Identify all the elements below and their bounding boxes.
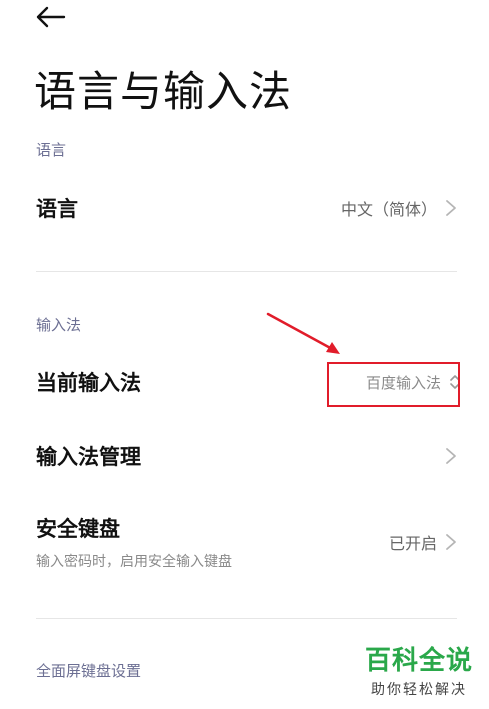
annotation-highlight-box — [327, 362, 460, 407]
annotation-arrow-icon — [266, 312, 340, 354]
section-label-fullscreen-keyboard: 全面屏键盘设置 — [36, 662, 142, 680]
chevron-right-icon — [446, 200, 456, 216]
chevron-right-icon — [446, 448, 456, 464]
section-label-language: 语言 — [36, 141, 67, 159]
secure-keyboard-subtitle: 输入密码时，启用安全输入键盘 — [36, 554, 232, 570]
watermark: 百科全说 助你轻松解决 — [365, 640, 473, 699]
input-method-manage-row[interactable]: 输入法管理 — [36, 428, 457, 484]
secure-keyboard-title: 安全键盘 — [36, 517, 120, 541]
divider — [36, 618, 457, 619]
language-row-right: 中文（简体） — [341, 196, 457, 220]
watermark-subtitle: 助你轻松解决 — [370, 682, 467, 698]
input-method-manage-title: 输入法管理 — [36, 445, 141, 469]
chevron-right-icon — [446, 534, 456, 550]
current-input-method-title: 当前输入法 — [36, 371, 141, 395]
language-row[interactable]: 语言 中文（简体） — [36, 180, 457, 236]
back-button[interactable] — [34, 2, 70, 32]
section-label-input-method: 输入法 — [36, 316, 82, 334]
secure-keyboard-value: 已开启 — [388, 534, 437, 553]
language-value: 中文（简体） — [340, 200, 437, 219]
watermark-title: 百科全说 — [364, 646, 473, 676]
page-title: 语言与输入法 — [34, 67, 293, 116]
secure-keyboard-row[interactable]: 安全键盘 输入密码时，启用安全输入键盘 已开启 — [36, 510, 457, 574]
secure-keyboard-right: 已开启 — [389, 530, 457, 554]
secure-keyboard-text: 安全键盘 输入密码时，启用安全输入键盘 — [36, 513, 232, 571]
language-row-title: 语言 — [36, 197, 78, 221]
divider — [36, 271, 457, 272]
back-arrow-icon — [36, 6, 66, 28]
